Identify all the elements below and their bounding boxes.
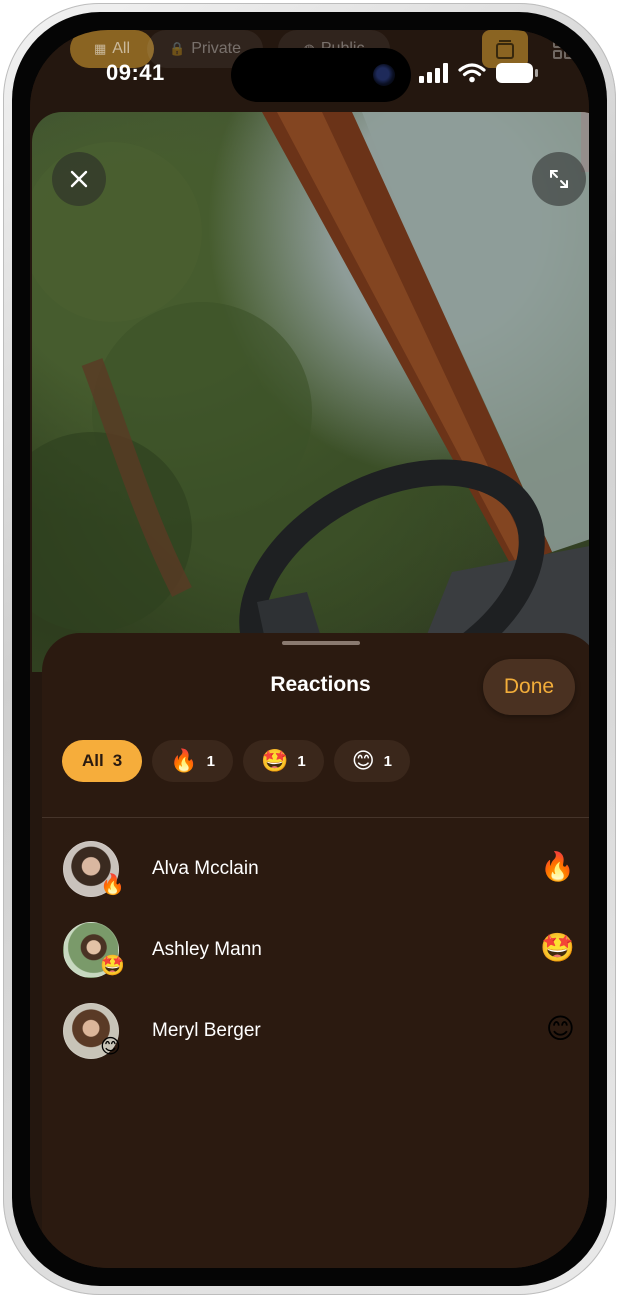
fire-emoji-icon: 🔥 <box>170 748 198 773</box>
filter-all-label: All <box>112 40 131 57</box>
star-struck-emoji-icon: 🤩 <box>260 748 289 773</box>
tab-all-label: All <box>82 751 104 770</box>
user-name: Meryl Berger <box>152 1020 261 1041</box>
grid-icon: ▦ <box>93 41 107 56</box>
filter-private-label: Private <box>191 40 241 57</box>
tab-smile[interactable]: 😊 1 <box>333 740 410 782</box>
sheet-grabber[interactable] <box>282 641 360 645</box>
reaction-row[interactable]: 🔥 Alva Mcclain 🔥 <box>42 841 589 901</box>
lock-icon: 🔒 <box>169 41 186 56</box>
tab-all[interactable]: All 3 <box>62 740 143 782</box>
fire-emoji-icon: 🔥 <box>540 851 575 882</box>
tab-star-struck-count: 1 <box>297 752 306 770</box>
user-name: Alva Mcclain <box>152 858 259 879</box>
stack-icon <box>496 40 514 59</box>
smile-emoji-badge: 😊 <box>100 1036 121 1058</box>
tab-fire[interactable]: 🔥 1 <box>152 740 233 782</box>
cellular-signal-icon <box>419 63 448 83</box>
grid-view-icon <box>553 39 573 59</box>
status-time: 09:41 <box>106 60 165 85</box>
user-name: Ashley Mann <box>152 939 262 960</box>
tab-fire-count: 1 <box>206 752 215 770</box>
reaction-tabs: All 3 🔥 1 🤩 1 😊 1 <box>62 740 410 782</box>
battery-icon <box>496 63 538 83</box>
sheet-divider <box>42 817 589 818</box>
close-button[interactable] <box>52 152 106 206</box>
done-button[interactable]: Done <box>483 659 575 715</box>
close-icon <box>70 170 88 188</box>
wifi-icon <box>458 63 486 83</box>
tab-smile-count: 1 <box>383 752 392 770</box>
phone-frame: ▦ All 🔒 Private ◍ Public <box>3 3 616 1295</box>
star-struck-emoji-badge: 🤩 <box>100 955 125 977</box>
tab-star-struck[interactable]: 🤩 1 <box>242 740 324 782</box>
screen: ▦ All 🔒 Private ◍ Public <box>30 30 589 1268</box>
dynamic-island <box>231 48 411 102</box>
smile-emoji-icon: 😊 <box>351 748 375 773</box>
reaction-row[interactable]: 😊 Meryl Berger 😊 <box>42 1003 589 1063</box>
expand-icon <box>550 170 568 188</box>
phone-bezel: ▦ All 🔒 Private ◍ Public <box>12 12 607 1286</box>
expand-button[interactable] <box>532 152 586 206</box>
reaction-row[interactable]: 🤩 Ashley Mann 🤩 <box>42 922 589 982</box>
front-camera <box>373 64 395 86</box>
fire-emoji-badge: 🔥 <box>100 874 125 896</box>
tab-all-count: 3 <box>112 751 123 770</box>
star-struck-emoji-icon: 🤩 <box>540 932 575 963</box>
smile-emoji-icon: 😊 <box>545 1013 575 1044</box>
story-photo[interactable] <box>32 112 589 672</box>
status-icons <box>419 62 539 84</box>
photo-artwork <box>32 112 589 672</box>
reactions-sheet: Reactions Done All 3 🔥 1 🤩 1 😊 1 🔥 Alva … <box>42 633 589 1268</box>
